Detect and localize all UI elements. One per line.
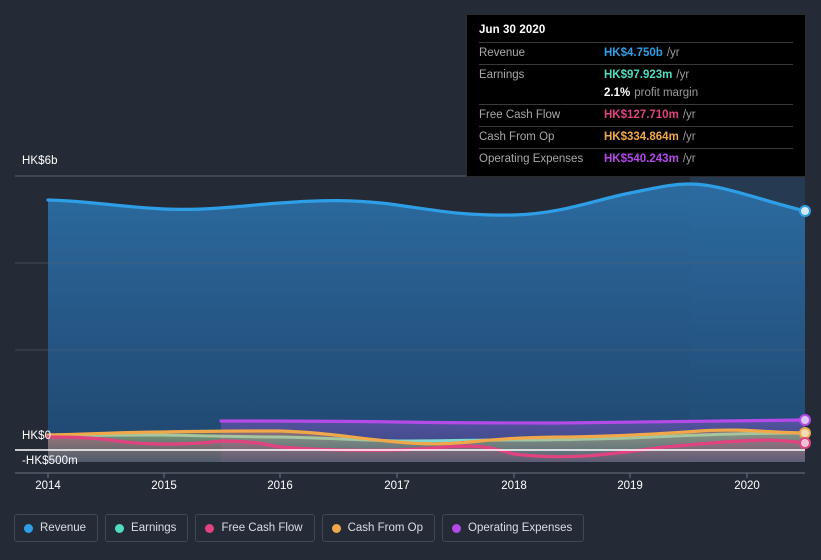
financial-performance-chart: HK$6b HK$0 -HK$500m 2014 2015 2016 2017 … — [0, 0, 821, 560]
tooltip-key-earnings: Earnings — [479, 69, 525, 81]
legend-item-earnings[interactable]: Earnings — [105, 514, 189, 542]
legend-item-cash-from-op[interactable]: Cash From Op — [321, 514, 436, 542]
x-axis-label-2017: 2017 — [384, 480, 410, 492]
tooltip-unit-operating-expenses: /yr — [682, 153, 696, 165]
tooltip-value-earnings: HK$97.923m — [604, 69, 673, 81]
operating-expenses-endpoint-marker — [799, 414, 811, 426]
revenue-color-dot-icon — [24, 523, 33, 533]
tooltip-row-earnings: Earnings HK$97.923m /yr — [479, 64, 793, 86]
tooltip-key-cash-from-op: Cash From Op — [479, 131, 555, 143]
tooltip-row-operating-expenses: Operating Expenses HK$540.243m /yr — [479, 148, 793, 170]
tooltip-date: Jun 30 2020 — [479, 24, 546, 36]
tooltip-row-revenue: Revenue HK$4.750b /yr — [479, 42, 793, 64]
y-axis-label-top: HK$6b — [22, 155, 58, 167]
x-axis-label-2019: 2019 — [617, 480, 643, 492]
tooltip-value-operating-expenses: HK$540.243m — [604, 153, 679, 165]
operating-expenses-color-dot-icon — [452, 523, 462, 533]
tooltip-key-free-cash-flow: Free Cash Flow — [479, 109, 561, 121]
x-axis-label-2014: 2014 — [35, 480, 61, 492]
tooltip-value-free-cash-flow: HK$127.710m — [604, 109, 679, 121]
tooltip-key-operating-expenses: Operating Expenses — [479, 153, 584, 165]
x-axis-label-2016: 2016 — [267, 480, 293, 492]
tooltip-value-revenue: HK$4.750b — [604, 47, 663, 59]
chart-legend: Revenue Earnings Free Cash Flow Cash Fro… — [14, 514, 585, 542]
legend-label-operating-expenses: Operating Expenses — [468, 522, 573, 534]
x-axis-label-2020: 2020 — [734, 480, 760, 492]
y-axis-label-bottom: -HK$500m — [22, 455, 78, 467]
cash-from-op-color-dot-icon — [331, 523, 341, 533]
revenue-endpoint-marker — [799, 205, 811, 217]
tooltip-key-revenue: Revenue — [479, 47, 526, 59]
x-axis-ticks — [47, 473, 748, 478]
legend-item-revenue[interactable]: Revenue — [14, 514, 99, 542]
legend-label-cash-from-op: Cash From Op — [347, 522, 424, 534]
x-axis-label-2015: 2015 — [151, 480, 177, 492]
earnings-color-dot-icon — [115, 523, 125, 533]
free-cash-flow-endpoint-marker — [799, 437, 811, 449]
tooltip-row-cash-from-op: Cash From Op HK$334.864m /yr — [479, 126, 793, 148]
tooltip-row-profit-margin: 2.1% profit margin — [479, 86, 793, 104]
legend-item-free-cash-flow[interactable]: Free Cash Flow — [195, 514, 315, 542]
tooltip-unit-free-cash-flow: /yr — [682, 109, 696, 121]
tooltip-row-free-cash-flow: Free Cash Flow HK$127.710m /yr — [479, 104, 793, 126]
x-axis-label-2018: 2018 — [501, 480, 527, 492]
legend-label-free-cash-flow: Free Cash Flow — [221, 522, 303, 534]
legend-label-revenue: Revenue — [40, 522, 87, 534]
data-point-tooltip: Jun 30 2020 Revenue HK$4.750b /yr Earnin… — [466, 14, 806, 177]
y-axis-label-zero: HK$0 — [22, 430, 52, 442]
tooltip-value-cash-from-op: HK$334.864m — [604, 131, 679, 143]
free-cash-flow-color-dot-icon — [205, 523, 215, 533]
cash-from-op-endpoint-marker — [799, 427, 811, 439]
legend-label-earnings: Earnings — [131, 522, 177, 534]
tooltip-unit-earnings: /yr — [676, 69, 690, 81]
tooltip-unit-cash-from-op: /yr — [682, 131, 696, 143]
tooltip-label-profit-margin: profit margin — [634, 87, 699, 99]
tooltip-unit-revenue: /yr — [666, 47, 680, 59]
tooltip-value-profit-margin: 2.1% — [604, 87, 631, 99]
legend-item-operating-expenses[interactable]: Operating Expenses — [442, 514, 585, 542]
